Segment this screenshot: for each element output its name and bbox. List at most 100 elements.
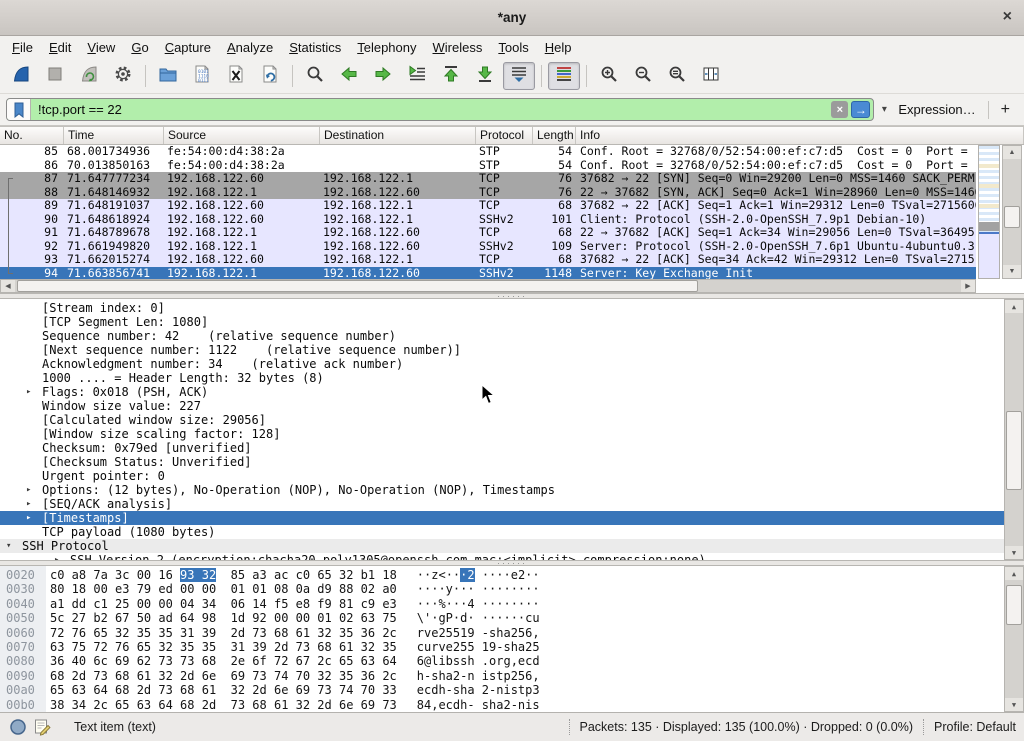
menu-view[interactable]: View	[79, 38, 123, 57]
scroll-up-icon[interactable]: ▲	[1005, 300, 1023, 313]
hex-row[interactable]: 00a065 63 64 68 2d 73 68 61 32 2d 6e 69 …	[6, 683, 1024, 697]
packet-list-hscrollbar[interactable]: ◀ ▶	[0, 279, 976, 293]
menu-wireless[interactable]: Wireless	[425, 38, 491, 57]
hex-row[interactable]: 0040a1 dd c1 25 00 00 04 34 06 14 f5 e8 …	[6, 597, 1024, 611]
hex-ascii[interactable]: curve255 19-sha25	[417, 640, 540, 654]
expert-info-icon[interactable]	[8, 717, 28, 737]
detail-row[interactable]: [Next sequence number: 1122 (relative se…	[0, 343, 1024, 357]
hex-row[interactable]: 0020c0 a8 7a 3c 00 16 93 32 85 a3 ac c0 …	[6, 568, 1024, 582]
packet-list-vscrollbar[interactable]: ▲ ▼	[1002, 145, 1022, 279]
hex-ascii[interactable]: 6@libssh .org,ecd	[417, 654, 540, 668]
scroll-down-icon[interactable]: ▼	[1005, 546, 1023, 559]
expand-arrow-icon[interactable]: ▸	[26, 511, 42, 525]
menu-edit[interactable]: Edit	[41, 38, 79, 57]
hex-ascii[interactable]: 84,ecdh- sha2-nis	[417, 698, 540, 712]
expand-arrow-icon[interactable]: ▸	[54, 553, 70, 560]
hex-row[interactable]: 007063 75 72 76 65 32 35 35 31 39 2d 73 …	[6, 640, 1024, 654]
auto-scroll-button[interactable]	[503, 62, 535, 90]
zoom-out-button[interactable]	[627, 62, 659, 90]
hex-row[interactable]: 003080 18 00 e3 79 ed 00 00 01 01 08 0a …	[6, 582, 1024, 596]
expand-arrow-icon[interactable]: ▸	[26, 385, 42, 399]
detail-row[interactable]: TCP payload (1080 bytes)	[0, 525, 1024, 539]
packet-row[interactable]: 8771.647777234192.168.122.60192.168.122.…	[0, 172, 976, 186]
hex-ascii[interactable]: \'·gP·d· ······cu	[417, 611, 540, 625]
hex-bytes[interactable]: 5c 27 b2 67 50 ad 64 98 1d 92 00 00 01 0…	[50, 611, 397, 625]
column-header-len[interactable]: Length	[533, 127, 576, 144]
filter-apply-button[interactable]: →	[851, 101, 870, 118]
detail-row[interactable]: ▸[SEQ/ACK analysis]	[0, 497, 1024, 511]
file-save-button[interactable]: 010111100111	[186, 62, 218, 90]
zoom-in-button[interactable]	[593, 62, 625, 90]
filter-dropdown-arrow[interactable]: ▾	[877, 104, 891, 115]
hex-bytes[interactable]: 36 40 6c 69 62 73 73 68 2e 6f 72 67 2c 6…	[50, 654, 397, 668]
column-header-time[interactable]: Time	[64, 127, 164, 144]
filter-clear-button[interactable]: ×	[831, 101, 848, 118]
capture-restart-button[interactable]	[73, 62, 105, 90]
hex-bytes[interactable]: 80 18 00 e3 79 ed 00 00 01 01 08 0a d9 8…	[50, 582, 397, 596]
filter-text[interactable]: !tcp.port == 22	[31, 102, 831, 117]
packet-row[interactable]: 8568.001734936fe:54:00:d4:38:2aSTP54Conf…	[0, 145, 976, 159]
hex-bytes[interactable]: 38 34 2c 65 63 64 68 2d 73 68 61 32 2d 6…	[50, 698, 397, 712]
detail-row[interactable]: Acknowledgment number: 34 (relative ack …	[0, 357, 1024, 371]
hex-selected-bytes[interactable]: 93 32	[180, 568, 216, 582]
filter-add-button[interactable]: +	[993, 101, 1018, 119]
packet-row[interactable]: 8670.013850163fe:54:00:d4:38:2aSTP54Conf…	[0, 159, 976, 173]
packet-list-minimap[interactable]	[978, 145, 1000, 279]
hex-ascii[interactable]: ···%···4 ········	[417, 597, 540, 611]
go-back-button[interactable]	[333, 62, 365, 90]
profile-status[interactable]: Profile: Default	[934, 720, 1016, 734]
detail-row[interactable]: [Window size scaling factor: 128]	[0, 427, 1024, 441]
packet-row[interactable]: 9471.663856741192.168.122.1192.168.122.6…	[0, 267, 976, 280]
ascii-selected-chars[interactable]: ·2	[460, 568, 474, 582]
menu-capture[interactable]: Capture	[157, 38, 219, 57]
menu-file[interactable]: File	[4, 38, 41, 57]
detail-row[interactable]: Urgent pointer: 0	[0, 469, 1024, 483]
go-top-button[interactable]	[435, 62, 467, 90]
column-header-proto[interactable]: Protocol	[476, 127, 533, 144]
menu-tools[interactable]: Tools	[490, 38, 536, 57]
column-header-dst[interactable]: Destination	[320, 127, 476, 144]
detail-row[interactable]: 1000 .... = Header Length: 32 bytes (8)	[0, 371, 1024, 385]
detail-row[interactable]: [TCP Segment Len: 1080]	[0, 315, 1024, 329]
filter-bookmark-button[interactable]	[7, 99, 31, 120]
display-filter-input[interactable]: !tcp.port == 22 × →	[6, 98, 874, 121]
zoom-original-button[interactable]	[661, 62, 693, 90]
detail-row[interactable]: ▸Options: (12 bytes), No-Operation (NOP)…	[0, 483, 1024, 497]
menu-telephony[interactable]: Telephony	[349, 38, 424, 57]
hex-row[interactable]: 008036 40 6c 69 62 73 73 68 2e 6f 72 67 …	[6, 654, 1024, 668]
hex-row[interactable]: 006072 76 65 32 35 35 31 39 2d 73 68 61 …	[6, 626, 1024, 640]
detail-row[interactable]: ▾SSH Protocol	[0, 539, 1024, 553]
hex-bytes[interactable]: 65 63 64 68 2d 73 68 61 32 2d 6e 69 73 7…	[50, 683, 397, 697]
details-vscrollbar[interactable]: ▲ ▼	[1004, 299, 1024, 560]
scroll-thumb[interactable]	[1006, 411, 1022, 490]
find-packet-button[interactable]	[299, 62, 331, 90]
menu-help[interactable]: Help	[537, 38, 580, 57]
packet-row[interactable]: 9071.648618924192.168.122.60192.168.122.…	[0, 213, 976, 227]
go-forward-button[interactable]	[367, 62, 399, 90]
resize-columns-button[interactable]	[695, 62, 727, 90]
expand-arrow-icon[interactable]: ▸	[26, 483, 42, 497]
detail-row[interactable]: Checksum: 0x79ed [unverified]	[0, 441, 1024, 455]
detail-row[interactable]: ▸SSH Version 2 (encryption:chacha20-poly…	[0, 553, 1024, 560]
scroll-left-icon[interactable]: ◀	[1, 280, 15, 292]
file-open-button[interactable]	[152, 62, 184, 90]
colorize-button[interactable]	[548, 62, 580, 90]
hex-ascii[interactable]: ecdh-sha 2-nistp3	[417, 683, 540, 697]
packet-row[interactable]: 9171.648789678192.168.122.1192.168.122.6…	[0, 226, 976, 240]
detail-row[interactable]: [Checksum Status: Unverified]	[0, 455, 1024, 469]
detail-row[interactable]: [Stream index: 0]	[0, 301, 1024, 315]
scroll-right-icon[interactable]: ▶	[961, 280, 975, 292]
capture-stop-button[interactable]	[39, 62, 71, 90]
detail-row[interactable]: Window size value: 227	[0, 399, 1024, 413]
hex-dump[interactable]: 0020c0 a8 7a 3c 00 16 93 32 85 a3 ac c0 …	[6, 568, 1024, 712]
scroll-up-icon[interactable]: ▲	[1005, 567, 1023, 580]
bytes-vscrollbar[interactable]: ▲ ▼	[1004, 566, 1024, 712]
menu-statistics[interactable]: Statistics	[281, 38, 349, 57]
scroll-down-icon[interactable]: ▼	[1003, 265, 1021, 278]
packet-row[interactable]: 8971.648191037192.168.122.60192.168.122.…	[0, 199, 976, 213]
detail-row[interactable]: Sequence number: 42 (relative sequence n…	[0, 329, 1024, 343]
hex-bytes[interactable]: 63 75 72 76 65 32 35 35 31 39 2d 73 68 6…	[50, 640, 397, 654]
detail-row[interactable]: [Calculated window size: 29056]	[0, 413, 1024, 427]
capture-comment-icon[interactable]	[32, 717, 52, 737]
scroll-thumb[interactable]	[1006, 585, 1022, 625]
